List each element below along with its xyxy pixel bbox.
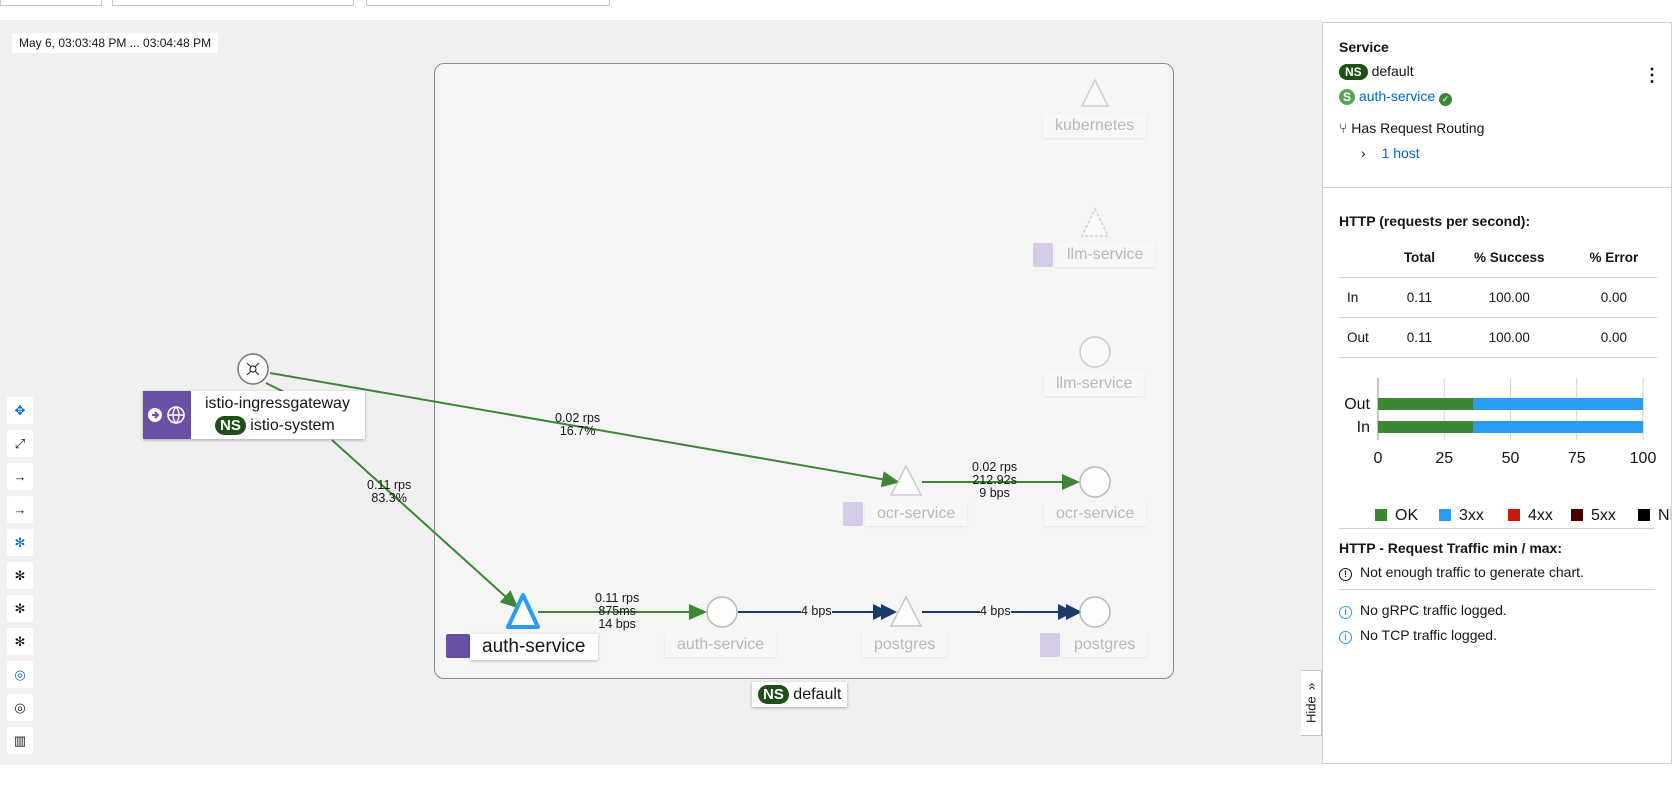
node-label-auth-service-app[interactable]: auth-service [470, 634, 598, 660]
service-detail-panel: Service NS default S auth-service ✓ ⋮ ⑂ … [1322, 22, 1672, 764]
http-stats-table: Total % Success % Error In 0.11 100.00 0.0… [1339, 237, 1657, 358]
node-ingress-gateway [237, 353, 269, 385]
http-section-title: HTTP (requests per second): [1339, 213, 1531, 229]
x-tick-label: 0 [1374, 450, 1383, 467]
service-chip-icon [1033, 243, 1053, 267]
node-label-postgres-service[interactable]: postgres [1062, 633, 1148, 657]
y-tick-label: Out [1344, 396, 1370, 413]
edge-label-auth-postgres: 4 bps [801, 604, 832, 618]
arrow-icon[interactable]: → [7, 463, 33, 490]
legend-item-5xx: 5xx [1571, 507, 1616, 525]
legend-item-nr: NR [1638, 507, 1671, 525]
routing-icon: ⑂ [1339, 120, 1348, 136]
grpc-note: i No gRPC traffic logged. [1339, 602, 1507, 619]
ns-badge: NS [1339, 64, 1368, 80]
hosts-link[interactable]: 1 host [1382, 145, 1420, 161]
node-postgres-app [889, 595, 923, 627]
panel-namespace: NS default [1339, 63, 1414, 80]
node-label-llm-service-workload[interactable]: llm-service [1044, 372, 1145, 396]
edge-label-ocr-ocr: 0.02 rps 212.92s 9 bps [972, 460, 1018, 500]
ns-badge: NS [758, 685, 789, 704]
node-auth-service-workload [706, 596, 738, 628]
legend-item-ok: OK [1375, 507, 1418, 525]
namespace-footer-label[interactable]: NS default [752, 682, 848, 707]
y-tick-label: In [1357, 419, 1370, 436]
http-traffic-chart: 0 25 50 75 100 Out In [1344, 378, 1657, 467]
layout-icon[interactable]: ✻ [7, 529, 33, 556]
node-ocr-service-workload [1079, 466, 1111, 498]
node-ocr-service-app [889, 464, 923, 496]
panel-service: S auth-service ✓ [1339, 88, 1453, 106]
bar-ok-out [1378, 398, 1474, 410]
tcp-note: i No TCP traffic logged. [1339, 627, 1497, 644]
double-chevron-icon: » [1303, 683, 1319, 691]
table-row: In 0.11 100.00 0.00 [1339, 277, 1657, 318]
gateway-icon [143, 391, 191, 439]
service-chip-icon [1040, 633, 1060, 657]
traffic-section-title: HTTP - Request Traffic min / max: [1339, 540, 1563, 556]
edge-label-postgres-postgres: 4 bps [980, 604, 1011, 618]
x-tick-label: 25 [1435, 450, 1453, 467]
legend-item-4xx: 4xx [1508, 507, 1553, 525]
map-icon[interactable]: ▥ [7, 727, 33, 754]
hosts-expander[interactable]: › 1 host [1361, 145, 1420, 161]
table-header-row: Total % Success % Error [1339, 237, 1657, 278]
service-chip-icon [446, 634, 470, 658]
bar-3xx-out [1473, 398, 1643, 410]
node-label-ocr-service-app[interactable]: ocr-service [865, 502, 968, 526]
bar-ok-in [1378, 421, 1474, 433]
node-llm-service-app [1080, 207, 1110, 237]
node-label-llm-service-app[interactable]: llm-service [1055, 243, 1156, 267]
edge-label-ingress-ocr: 0.02 rps 16.7% [555, 411, 601, 438]
x-tick-label: 50 [1502, 450, 1520, 467]
service-badge: S [1339, 89, 1356, 105]
kebab-menu-icon[interactable]: ⋮ [1643, 65, 1661, 86]
info-icon: i [1339, 606, 1352, 619]
bar-3xx-in [1473, 421, 1643, 433]
traffic-note: ! Not enough traffic to generate chart. [1339, 564, 1584, 581]
service-chip-icon [843, 502, 863, 526]
node-label-ocr-service-workload[interactable]: ocr-service [1044, 502, 1147, 526]
legend-icon[interactable]: ◎ [7, 694, 33, 721]
x-tick-label: 100 [1630, 450, 1657, 467]
edge-label-auth-auth: 0.11 rps 875ms 14 bps [595, 591, 640, 631]
info-icon: ! [1339, 568, 1352, 581]
legend-icon[interactable]: ◎ [7, 661, 33, 688]
edge-ingress-auth [331, 439, 519, 609]
graph-toolbar: ✥ ⤢ → → ✻ ✻ ✻ ✻ ◎ ◎ ▥ [7, 397, 35, 760]
edge-label-ingress-auth: 0.11 rps 83.3% [367, 478, 412, 505]
ingress-namespace: NS istio-system [215, 416, 335, 435]
fit-icon[interactable]: ⤢ [7, 430, 33, 457]
node-label-postgres-app[interactable]: postgres [862, 633, 948, 657]
check-circle-icon: ✓ [1439, 93, 1453, 106]
node-label-kubernetes[interactable]: kubernetes [1043, 114, 1147, 138]
node-label-ingress-gateway[interactable]: istio-ingressgateway NS istio-system [143, 391, 365, 439]
table-row: Out 0.11 100.00 0.00 [1339, 317, 1657, 358]
node-label-auth-service-workload[interactable]: auth-service [665, 633, 777, 657]
arrow-icon[interactable]: → [7, 496, 33, 523]
node-postgres-service [1079, 596, 1111, 628]
hide-panel-tab[interactable]: Hide » [1301, 670, 1322, 736]
node-auth-service-app [506, 593, 540, 629]
ns-badge: NS [215, 416, 246, 435]
node-kubernetes [1080, 78, 1110, 107]
layout-icon[interactable]: ✻ [7, 628, 33, 655]
move-icon[interactable]: ✥ [7, 397, 33, 424]
panel-title: Service [1339, 39, 1389, 55]
layout-icon[interactable]: ✻ [7, 595, 33, 622]
ingress-title: istio-ingressgateway [205, 395, 350, 412]
service-link[interactable]: auth-service [1359, 88, 1435, 104]
panel-routing: ⑂ Has Request Routing [1339, 120, 1485, 136]
layout-icon[interactable]: ✻ [7, 562, 33, 589]
node-llm-service-workload [1079, 336, 1111, 368]
chevron-right-icon: › [1361, 145, 1366, 161]
legend-item-3xx: 3xx [1439, 507, 1484, 525]
info-icon: i [1339, 631, 1352, 644]
x-tick-label: 75 [1568, 450, 1586, 467]
hide-tab-label: Hide [1303, 696, 1319, 723]
